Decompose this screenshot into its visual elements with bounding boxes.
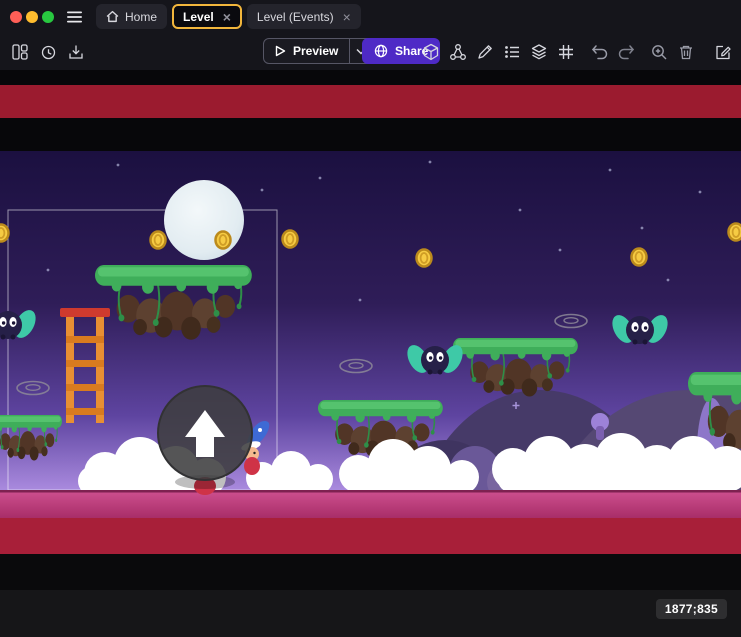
maximize-window-button[interactable] (42, 11, 54, 23)
globe-icon (374, 44, 388, 58)
scene-svg (0, 70, 741, 637)
tab-level-label: Level (183, 10, 214, 24)
coin[interactable] (632, 249, 647, 266)
star[interactable] (519, 209, 522, 212)
trash-icon[interactable] (676, 42, 696, 62)
history-icon[interactable] (38, 42, 58, 62)
star[interactable] (667, 279, 670, 282)
coin[interactable] (216, 232, 231, 249)
toolbar-right-group (421, 33, 733, 70)
top-red-band[interactable] (0, 85, 741, 118)
preview-button-label: Preview (293, 44, 338, 58)
grid-icon[interactable] (556, 42, 576, 62)
minimize-window-button[interactable] (26, 11, 38, 23)
3d-box-icon[interactable] (421, 42, 441, 62)
hamburger-menu-icon[interactable] (67, 11, 82, 23)
window-controls (10, 11, 56, 23)
toolbar: Preview Share (0, 33, 741, 70)
gdevelop-window: Home Level × Level (Events) × (0, 0, 741, 637)
close-tab-icon[interactable]: × (223, 10, 231, 24)
tab-level-events-label: Level (Events) (257, 10, 334, 24)
play-icon (275, 45, 286, 57)
star[interactable] (559, 249, 562, 252)
scene-canvas[interactable]: 1877;835 (0, 70, 741, 637)
tab-level-events[interactable]: Level (Events) × (247, 4, 361, 29)
star[interactable] (359, 299, 362, 302)
save-icon[interactable] (66, 42, 86, 62)
preview-button[interactable]: Preview (263, 38, 373, 64)
star[interactable] (47, 269, 50, 272)
tab-home-label: Home (125, 10, 157, 24)
pencil-icon[interactable] (475, 42, 495, 62)
ground-strip[interactable] (0, 490, 741, 518)
coin[interactable] (0, 225, 9, 242)
titlebar: Home Level × Level (Events) × (0, 0, 741, 33)
layers-icon[interactable] (529, 42, 549, 62)
coin[interactable] (283, 231, 298, 248)
star[interactable] (319, 177, 322, 180)
edit-properties-icon[interactable] (713, 42, 733, 62)
instances-list-icon[interactable] (502, 42, 522, 62)
star[interactable] (609, 169, 612, 172)
panels-icon[interactable] (10, 42, 30, 62)
moon[interactable] (164, 180, 244, 260)
close-window-button[interactable] (10, 11, 22, 23)
coin[interactable] (729, 224, 741, 241)
zoom-in-icon[interactable] (649, 42, 669, 62)
star[interactable] (261, 189, 264, 192)
star[interactable] (429, 161, 432, 164)
tab-level[interactable]: Level × (172, 4, 242, 29)
coordinates-badge: 1877;835 (656, 599, 727, 619)
close-tab-icon[interactable]: × (343, 10, 351, 24)
toolbar-left-group (10, 33, 86, 70)
star[interactable] (699, 191, 702, 194)
star[interactable] (641, 227, 644, 230)
bottom-red-band[interactable] (0, 518, 741, 554)
object-hierarchy-icon[interactable] (448, 42, 468, 62)
tab-bar: Home Level × Level (Events) × (96, 4, 361, 29)
redo-icon[interactable] (616, 42, 636, 62)
undo-icon[interactable] (589, 42, 609, 62)
coin[interactable] (417, 250, 432, 267)
home-icon (106, 10, 119, 23)
star[interactable] (117, 164, 120, 167)
coin[interactable] (151, 232, 166, 249)
tab-home[interactable]: Home (96, 4, 167, 29)
bottom-panel (0, 590, 741, 637)
